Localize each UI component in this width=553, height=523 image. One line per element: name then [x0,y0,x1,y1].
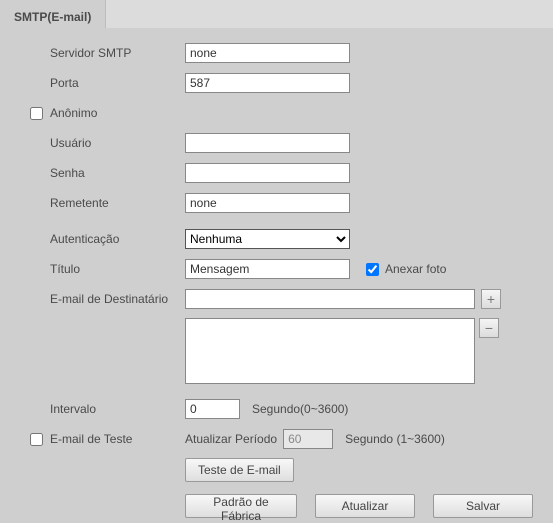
anonymous-checkbox[interactable] [30,107,43,120]
server-input[interactable] [185,43,350,63]
label-sender: Remetente [50,196,185,210]
tab-label: SMTP(E-mail) [14,10,91,24]
interval-suffix: Segundo(0~3600) [252,402,348,416]
test-email-checkbox[interactable] [30,433,43,446]
label-password: Senha [50,166,185,180]
recipient-input[interactable] [185,289,475,309]
save-button-label: Salvar [466,499,500,513]
label-user: Usuário [50,136,185,150]
smtp-panel: Servidor SMTP Porta Anônimo Usuário Senh… [0,28,553,523]
remove-recipient-button[interactable]: − [479,318,499,338]
port-input[interactable] [185,73,350,93]
add-recipient-button[interactable]: + [481,289,501,309]
label-port: Porta [50,76,185,90]
label-recipient: E-mail de Destinatário [50,292,185,306]
auth-select[interactable]: Nenhuma [185,229,350,249]
title-input[interactable] [185,259,350,279]
factory-default-label: Padrão de Fábrica [213,495,268,523]
label-test-email: E-mail de Teste [50,432,185,446]
interval-input[interactable] [185,399,240,419]
update-period-input[interactable] [283,429,333,449]
tab-bar: SMTP(E-mail) [0,0,553,28]
sender-input[interactable] [185,193,350,213]
minus-icon: − [485,320,493,336]
label-interval: Intervalo [50,402,185,416]
password-input[interactable] [185,163,350,183]
plus-icon: + [487,291,495,307]
save-button[interactable]: Salvar [433,494,533,518]
refresh-button[interactable]: Atualizar [315,494,415,518]
test-email-button-label: Teste de E-mail [198,463,281,477]
label-attach: Anexar foto [385,262,446,276]
label-title: Título [50,262,185,276]
label-auth: Autenticação [50,232,185,246]
label-update-period: Atualizar Período [185,432,277,446]
label-server: Servidor SMTP [50,46,185,60]
label-anonymous: Anônimo [50,106,185,120]
test-email-button[interactable]: Teste de E-mail [185,458,294,482]
factory-default-button[interactable]: Padrão de Fábrica [185,494,297,518]
update-period-suffix: Segundo (1~3600) [345,432,445,446]
attach-checkbox[interactable] [366,263,379,276]
user-input[interactable] [185,133,350,153]
refresh-button-label: Atualizar [342,499,389,513]
tab-smtp[interactable]: SMTP(E-mail) [0,0,106,28]
recipient-list[interactable] [185,318,475,384]
